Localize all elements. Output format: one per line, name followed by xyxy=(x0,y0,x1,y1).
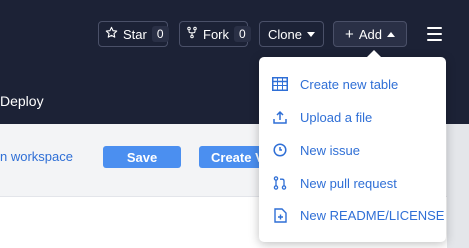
add-label: Add xyxy=(358,26,382,42)
save-button[interactable]: Save xyxy=(103,146,181,168)
clone-label: Clone xyxy=(268,26,302,42)
menu-item-new-readme-license[interactable]: New README/LICENSE xyxy=(259,200,446,230)
chevron-down-icon xyxy=(306,31,315,37)
hamburger-menu-icon[interactable] xyxy=(427,27,442,41)
menu-item-new-issue[interactable]: New issue xyxy=(259,135,446,165)
star-label: Star xyxy=(123,26,147,42)
plus-icon: + xyxy=(345,25,354,43)
pull-request-icon xyxy=(272,175,288,191)
table-icon xyxy=(272,76,288,92)
fork-button[interactable]: Fork 0 xyxy=(179,21,251,47)
menu-item-label: Create new table xyxy=(300,76,399,92)
clone-button[interactable]: Clone xyxy=(259,21,324,47)
add-dropdown-menu: Create new table Upload a file New issue… xyxy=(259,50,446,242)
menu-item-label: New pull request xyxy=(300,175,397,191)
nav-item-deploy[interactable]: Deploy xyxy=(0,93,44,109)
menu-item-create-table[interactable]: Create new table xyxy=(259,69,446,99)
menu-item-upload-file[interactable]: Upload a file xyxy=(259,102,446,132)
fork-count: 0 xyxy=(234,26,251,42)
menu-item-label: Upload a file xyxy=(300,109,373,125)
issue-icon xyxy=(272,142,288,158)
add-button[interactable]: + Add xyxy=(333,21,407,47)
fork-icon xyxy=(186,26,198,42)
page: Star 0 Fork 0 Clone + Add Deploy n works… xyxy=(0,0,469,248)
star-button[interactable]: Star 0 xyxy=(98,21,169,47)
menu-item-new-pull-request[interactable]: New pull request xyxy=(259,168,446,198)
fork-label: Fork xyxy=(203,26,229,42)
workspace-link[interactable]: n workspace xyxy=(0,149,73,164)
star-count: 0 xyxy=(151,26,169,42)
right-side-panel xyxy=(447,124,469,248)
menu-item-label: New issue xyxy=(300,142,360,158)
chevron-up-icon xyxy=(386,31,395,37)
menu-item-label: New README/LICENSE xyxy=(300,207,445,223)
star-icon xyxy=(105,26,118,42)
file-plus-icon xyxy=(272,207,288,223)
upload-icon xyxy=(272,109,288,125)
